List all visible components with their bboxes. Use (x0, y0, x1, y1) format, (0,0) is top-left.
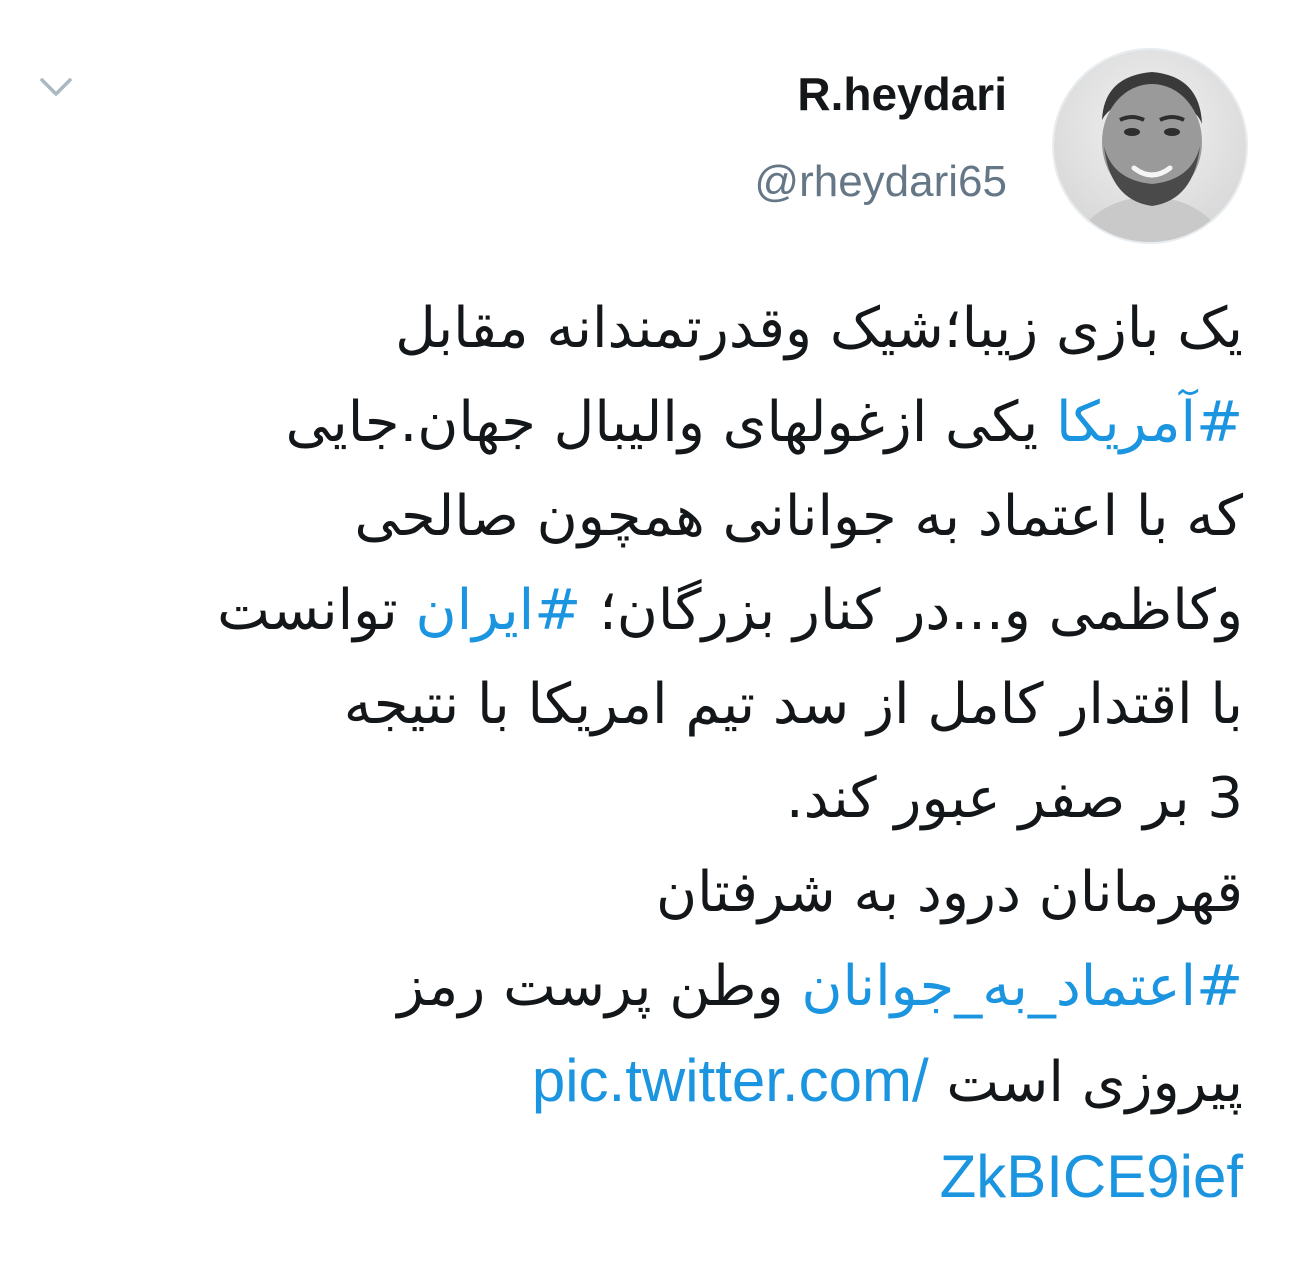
tweet-line: که با اعتماد به جوانانی همچون صالحی (354, 484, 1243, 549)
media-link[interactable]: pic.twitter.com/ (532, 1047, 929, 1114)
tweet-line: پیروزی است pic.twitter.com/ (40, 1034, 1243, 1130)
tweet-line: یک بازی زیبا؛شیک وقدرتمندانه مقابل (395, 296, 1243, 361)
hashtag-link[interactable]: #آمریکا (1056, 390, 1243, 455)
tweet-line: قهرمانان درود به شرفتان (656, 860, 1243, 925)
hashtag-link[interactable]: #اعتماد_به_جوانان (801, 954, 1243, 1019)
tweet-line-text: توانست (217, 578, 416, 643)
chevron-down-icon[interactable] (36, 72, 76, 102)
tweet-text: یک بازی زیبا؛شیک وقدرتمندانه مقابل #آمری… (40, 282, 1243, 1226)
hashtag-link[interactable]: #ایران (415, 578, 581, 643)
tweet-line: #آمریکا یکی ازغولهای والیبال جهان.جایی (40, 376, 1244, 470)
tweet-line: وکاظمی و...در کنار بزرگان؛ #ایران توانست (40, 564, 1243, 658)
media-link-continued[interactable]: ZkBICE9ief (940, 1143, 1243, 1210)
tweet-line: با اقتدار کامل از سد تیم امریکا با نتیجه (343, 672, 1243, 737)
tweet-line: 3 بر صفر عبور کند. (785, 766, 1243, 831)
avatar-photo (1054, 50, 1246, 242)
tweet-line: #اعتماد_به_جوانان وطن پرست رمز (40, 940, 1243, 1034)
tweet-line-text: یکی ازغولهای والیبال جهان.جایی (285, 390, 1057, 455)
avatar[interactable] (1052, 48, 1248, 244)
tweet-line-text: پیروزی است (928, 1050, 1243, 1115)
tweet-line: ZkBICE9ief (40, 1130, 1243, 1226)
tweet-line-text: وکاظمی و...در کنار بزرگان؛ (581, 578, 1243, 643)
user-handle[interactable]: @rheydari65 (754, 150, 1007, 214)
tweet-line-text: وطن پرست رمز (397, 954, 802, 1019)
display-name[interactable]: R.heydari (797, 62, 1007, 126)
tweet-card: R.heydari @rheydari65 یک بازی زیبا؛شیک و… (0, 0, 1289, 1280)
